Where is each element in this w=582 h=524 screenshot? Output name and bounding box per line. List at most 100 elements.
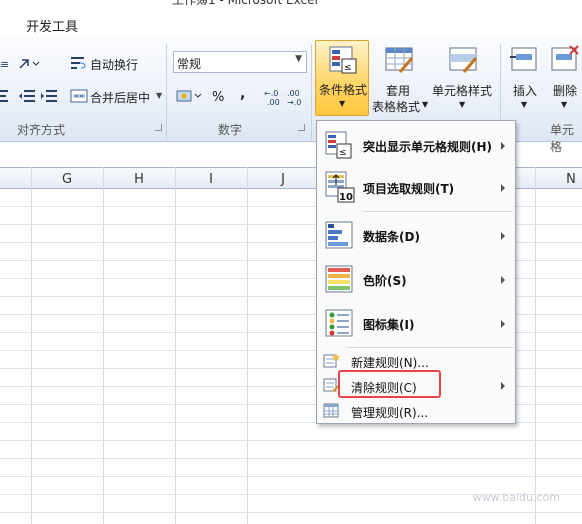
annotation-highlight-box xyxy=(338,370,441,398)
color-scales-icon xyxy=(325,265,353,293)
delete-cells-button[interactable]: 删除 ▼ xyxy=(548,42,582,116)
cells-group-label: 单元格 xyxy=(550,123,575,154)
conditional-formatting-label: 条件格式 xyxy=(319,83,368,97)
svg-text:≡: ≡ xyxy=(0,58,9,71)
submenu-arrow-icon xyxy=(501,320,505,328)
menu-item-top-bottom-rules[interactable]: 10 项目选取规则(T) xyxy=(317,167,515,209)
insert-cells-icon xyxy=(510,47,537,71)
chevron-down-icon: ▼ xyxy=(521,100,528,109)
merge-center-icon xyxy=(70,89,88,103)
increase-decimal-icon: ←.0 .00 xyxy=(264,89,280,107)
menu-item-label: 数据条(D) xyxy=(363,230,420,244)
percent-button[interactable]: % xyxy=(212,90,224,105)
menu-item-data-bars[interactable]: 数据条(D) xyxy=(317,215,515,257)
svg-text:←.0: ←.0 xyxy=(264,89,278,98)
text-orientation-icon: ≡ xyxy=(0,58,40,71)
grid-row-line xyxy=(0,512,582,513)
column-header-n[interactable]: N xyxy=(561,172,581,187)
align-left-button[interactable] xyxy=(0,89,10,106)
column-header-g[interactable]: G xyxy=(57,172,77,187)
delete-label: 删除 xyxy=(553,84,578,98)
grid-column-line xyxy=(175,167,176,524)
ribbon-tab-strip xyxy=(0,8,582,38)
column-header-j[interactable]: J xyxy=(273,172,293,187)
chevron-down-icon: ▼ xyxy=(339,99,346,108)
menu-item-label: 突出显示单元格规则(H) xyxy=(363,140,493,154)
tab-developer[interactable]: 开发工具 xyxy=(26,16,78,35)
grid-row-line xyxy=(0,440,582,441)
cell-styles-button[interactable]: 单元格样式 ▼ xyxy=(430,42,496,116)
menu-item-icon-sets[interactable]: 图标集(I) xyxy=(317,303,515,345)
decrease-indent-icon xyxy=(19,90,35,102)
cell-styles-label: 单元格样式 xyxy=(432,84,493,98)
data-bars-icon xyxy=(325,221,353,249)
format-as-table-button[interactable]: 套用 表格格式 ▼ xyxy=(372,42,429,116)
chevron-down-icon: ▼ xyxy=(561,100,568,109)
comma-style-button[interactable]: , xyxy=(240,86,245,102)
grid-row-line xyxy=(0,476,582,477)
submenu-arrow-icon xyxy=(501,232,505,240)
menu-separator xyxy=(363,211,513,212)
alignment-dialog-launcher[interactable] xyxy=(155,124,162,131)
merge-dropdown-arrow[interactable]: ▼ xyxy=(156,91,162,100)
merge-center-button[interactable]: 合并后居中 ▼ xyxy=(70,88,162,107)
decrease-decimal-button[interactable]: .00 →.0 xyxy=(287,88,307,109)
submenu-arrow-icon xyxy=(501,382,505,390)
submenu-arrow-icon xyxy=(501,142,505,150)
svg-text:10: 10 xyxy=(339,192,353,203)
wrap-text-label: 自动换行 xyxy=(90,58,139,72)
menu-item-label: 新建规则(N)... xyxy=(351,356,429,370)
new-rule-icon xyxy=(323,353,340,368)
insert-cells-button[interactable]: 插入 ▼ xyxy=(508,42,542,116)
svg-text:≤: ≤ xyxy=(339,148,347,158)
menu-item-label: 项目选取规则(T) xyxy=(363,182,455,196)
increase-indent-icon xyxy=(41,90,57,102)
chevron-down-icon: ▼ xyxy=(295,54,302,64)
column-header-h[interactable]: H xyxy=(129,172,149,187)
format-as-table-label-1: 套用 xyxy=(386,84,411,98)
grid-column-line xyxy=(535,167,536,524)
delete-cells-icon xyxy=(551,45,579,71)
number-format-select[interactable]: 常规 ▼ xyxy=(173,51,307,73)
number-dialog-launcher[interactable] xyxy=(298,124,305,131)
increase-decimal-button[interactable]: ←.0 .00 xyxy=(264,88,284,109)
manage-rules-icon xyxy=(323,403,339,418)
increase-indent-button[interactable] xyxy=(40,89,58,106)
grid-column-line xyxy=(31,167,32,524)
svg-text:→.0: →.0 xyxy=(287,98,301,106)
grid-column-line xyxy=(103,167,104,524)
window-title-bar: 工作簿1 - Microsoft Excel xyxy=(0,0,582,8)
decrease-decimal-icon: .00 →.0 xyxy=(287,89,301,107)
cell-styles-icon xyxy=(449,47,478,73)
wrap-text-button[interactable]: 自动换行 xyxy=(70,55,138,72)
top-bottom-rules-icon: 10 xyxy=(325,171,355,203)
conditional-formatting-button[interactable]: ≤ 条件格式 ▼ xyxy=(315,40,369,116)
column-header-i[interactable]: I xyxy=(201,172,221,187)
decrease-indent-button[interactable] xyxy=(18,89,36,106)
chevron-down-icon: ▼ xyxy=(422,100,429,109)
format-as-table-label-2: 表格格式 xyxy=(372,100,421,114)
svg-text:.00: .00 xyxy=(267,98,280,106)
svg-text:.00: .00 xyxy=(287,89,300,98)
group-separator xyxy=(166,44,167,140)
alignment-group-label: 对齐方式 xyxy=(17,123,66,137)
icon-sets-icon xyxy=(325,309,353,337)
accounting-format-button[interactable] xyxy=(176,89,202,106)
menu-item-manage-rules[interactable]: 管理规则(R)... xyxy=(317,399,515,423)
menu-item-color-scales[interactable]: 色阶(S) xyxy=(317,259,515,301)
number-format-value: 常规 xyxy=(177,57,202,71)
watermark: www.baidu.com xyxy=(472,491,560,504)
insert-label: 插入 xyxy=(513,84,538,98)
menu-item-label: 色阶(S) xyxy=(363,274,407,288)
orientation-button[interactable]: ≡ xyxy=(0,56,42,75)
svg-text:≤: ≤ xyxy=(344,63,352,73)
menu-item-label: 图标集(I) xyxy=(363,318,415,332)
wrap-text-icon xyxy=(71,57,86,69)
merge-center-label: 合并后居中 xyxy=(90,91,151,105)
menu-item-highlight-rules[interactable]: ≤ 突出显示单元格规则(H) xyxy=(317,125,515,167)
grid-row-line xyxy=(0,458,582,459)
window-title: 工作簿1 - Microsoft Excel xyxy=(172,0,318,7)
format-as-table-icon xyxy=(385,47,414,73)
menu-separator xyxy=(347,347,513,348)
highlight-rules-icon: ≤ xyxy=(325,131,352,159)
